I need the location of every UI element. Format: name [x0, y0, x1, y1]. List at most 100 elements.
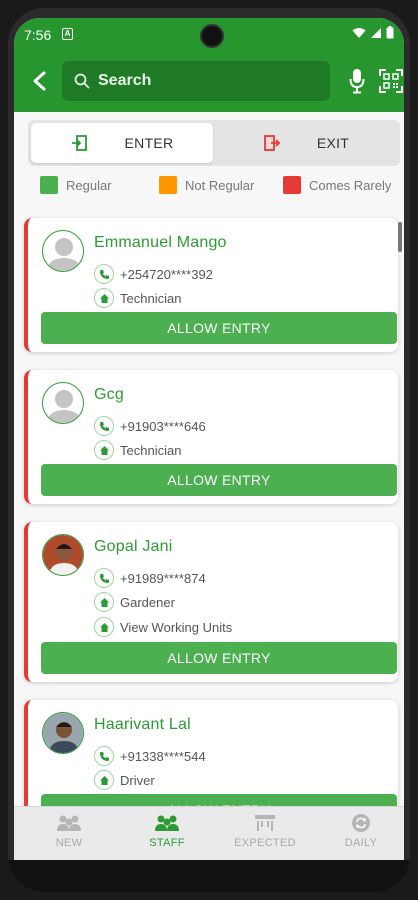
tab-label: NEW: [55, 837, 83, 849]
phone-icon: [94, 264, 114, 284]
home-icon: [94, 592, 114, 612]
mic-button[interactable]: [342, 64, 372, 98]
avatar-placeholder: [42, 382, 84, 424]
enter-door-icon: [71, 135, 87, 151]
phone-row: +254720****392: [94, 264, 213, 284]
staff-card[interactable]: Emmanuel Mango +254720****392 Technician…: [24, 218, 398, 352]
tab-staff[interactable]: STAFF: [132, 813, 202, 857]
tab-expected[interactable]: EXPECTED: [230, 813, 300, 857]
scrollbar[interactable]: [398, 222, 402, 252]
phone-frame: 7:56 A Search ENTER EXIT Regular Not Reg…: [8, 8, 410, 892]
system-nav-bar: [8, 860, 410, 892]
search-placeholder: Search: [98, 72, 152, 89]
staff-phone: +91989****874: [120, 570, 206, 586]
staff-name: Emmanuel Mango: [94, 234, 227, 251]
expected-icon: [255, 815, 275, 831]
status-icons: [352, 26, 394, 39]
status-bar: 7:56 A: [14, 18, 404, 50]
legend-label: Regular: [66, 177, 112, 193]
person-photo-icon: [43, 535, 83, 575]
exit-door-icon: [263, 135, 281, 151]
view-working-units-link[interactable]: View Working Units: [120, 620, 232, 635]
person-placeholder-icon: [47, 390, 81, 423]
staff-name: Gcg: [94, 386, 124, 403]
staff-phone: +254720****392: [120, 266, 213, 282]
staff-role: Driver: [120, 772, 155, 788]
app-bar: Search: [14, 50, 404, 112]
enter-tab[interactable]: ENTER: [31, 123, 213, 163]
staff-list[interactable]: Emmanuel Mango +254720****392 Technician…: [14, 208, 404, 806]
allow-entry-button[interactable]: ALLOW ENTRY: [41, 464, 397, 496]
notification-icon: A: [62, 28, 73, 40]
home-icon: [94, 770, 114, 790]
phone-icon: [94, 746, 114, 766]
phone-row: +91903****646: [94, 416, 206, 436]
staff-phone: +91338****544: [120, 748, 206, 764]
tab-label: EXPECTED: [234, 837, 296, 849]
home-icon: [94, 617, 114, 637]
search-input[interactable]: Search: [62, 61, 330, 101]
status-time: 7:56: [24, 27, 52, 43]
back-arrow-icon: [33, 71, 46, 91]
refresh-icon: [352, 814, 370, 832]
tab-label: DAILY: [344, 837, 378, 849]
staff-name: Haarivant Lal: [94, 716, 191, 733]
legend-label: Comes Rarely: [309, 177, 392, 193]
screen: 7:56 A Search ENTER EXIT Regular Not Reg…: [14, 18, 404, 860]
allow-entry-button[interactable]: ALLOW ENTRY: [41, 312, 397, 344]
avatar-photo: [42, 534, 84, 576]
avatar-placeholder: [42, 230, 84, 272]
legend-comes-rarely: Comes Rarely: [283, 176, 391, 194]
phone-row: +91989****874: [94, 568, 206, 588]
home-icon: [94, 440, 114, 460]
phone-icon: [94, 416, 114, 436]
tab-new[interactable]: NEW: [34, 813, 104, 857]
person-photo-icon: [43, 713, 83, 753]
role-row: Gardener: [94, 592, 175, 612]
allow-entry-button[interactable]: ALLOW ENTRY: [41, 642, 397, 674]
battery-icon: [386, 26, 394, 39]
legend-swatch-not-regular: [159, 176, 177, 194]
legend-not-regular: Not Regular: [159, 176, 254, 194]
staff-card[interactable]: Gcg +91903****646 Technician ALLOW ENTRY: [24, 370, 398, 504]
camera-cutout: [200, 24, 224, 48]
staff-card[interactable]: Haarivant Lal +91338****544 Driver ALLOW…: [24, 700, 398, 806]
frequency-legend: Regular Not Regular Comes Rarely: [38, 176, 398, 198]
staff-role: Gardener: [120, 594, 175, 610]
qr-scan-button[interactable]: [376, 64, 404, 98]
legend-regular: Regular: [40, 176, 112, 194]
role-row: Technician: [94, 440, 181, 460]
staff-card[interactable]: Gopal Jani +91989****874 Gardener View W…: [24, 522, 398, 682]
wifi-icon: [352, 27, 366, 38]
allow-entry-button[interactable]: ALLOW ENTRY: [41, 794, 397, 806]
avatar-photo: [42, 712, 84, 754]
search-icon: [74, 73, 90, 89]
role-row: Driver: [94, 770, 155, 790]
staff-name: Gopal Jani: [94, 538, 173, 555]
tab-daily[interactable]: DAILY: [326, 813, 396, 857]
phone-row: +91338****544: [94, 746, 206, 766]
home-icon: [94, 288, 114, 308]
staff-icon: [155, 815, 179, 831]
working-units-row[interactable]: View Working Units: [94, 617, 232, 637]
phone-icon: [94, 568, 114, 588]
people-icon: [57, 815, 81, 831]
legend-swatch-comes-rarely: [283, 176, 301, 194]
enter-exit-toggle: ENTER EXIT: [28, 120, 400, 166]
legend-swatch-regular: [40, 176, 58, 194]
mic-icon: [349, 69, 365, 94]
staff-phone: +91903****646: [120, 418, 206, 434]
enter-label: ENTER: [124, 135, 174, 151]
legend-label: Not Regular: [185, 177, 255, 193]
bottom-nav: NEW STAFF EXPECTED DAILY: [14, 806, 404, 860]
staff-role: Technician: [120, 442, 182, 458]
exit-label: EXIT: [316, 135, 350, 151]
signal-icon: [371, 27, 381, 38]
qr-code-icon: [379, 69, 403, 93]
person-placeholder-icon: [47, 238, 81, 271]
role-row: Technician: [94, 288, 181, 308]
back-button[interactable]: [22, 64, 56, 98]
exit-tab[interactable]: EXIT: [215, 123, 397, 163]
tab-label: STAFF: [149, 837, 185, 849]
staff-role: Technician: [120, 290, 182, 306]
